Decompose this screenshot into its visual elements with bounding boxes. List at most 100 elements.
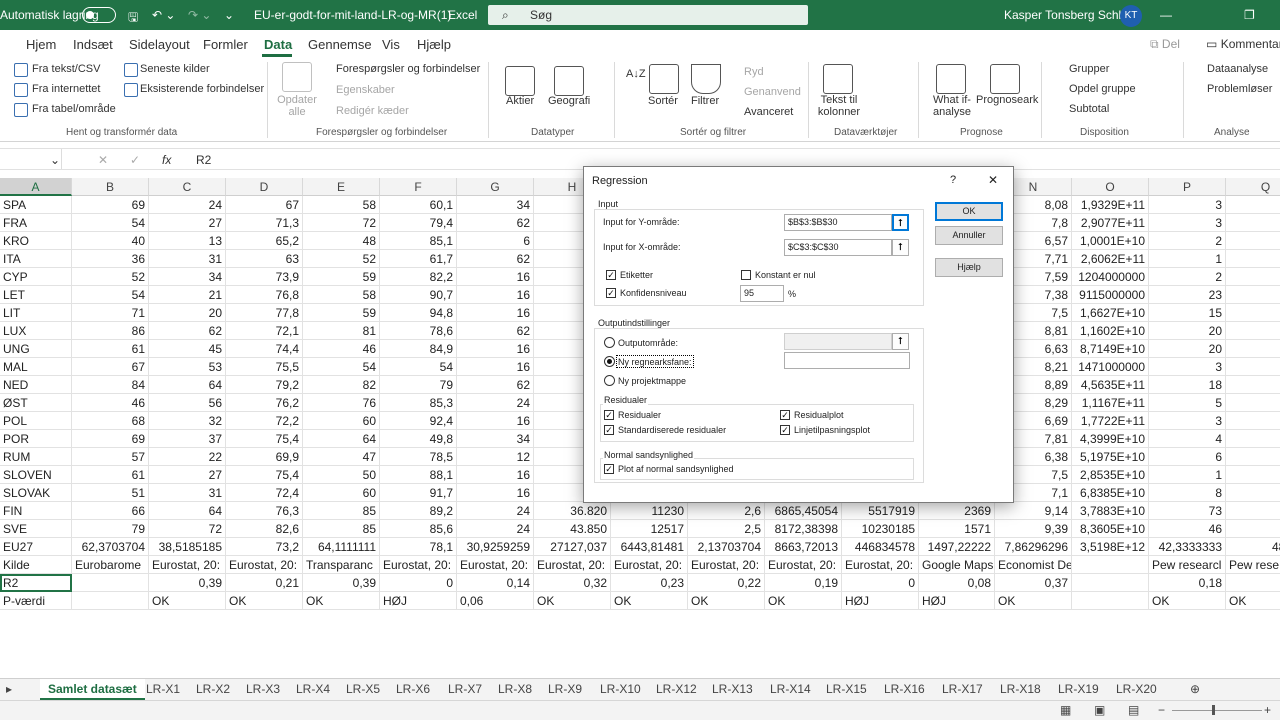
data-cell[interactable]: 88,1 — [380, 466, 457, 484]
data-cell[interactable]: 81 — [303, 322, 380, 340]
data-cell[interactable]: 72,1 — [226, 322, 303, 340]
data-cell[interactable]: 16 — [457, 286, 534, 304]
whatif-button[interactable]: What if-analyse — [930, 94, 974, 118]
tab-sheet-8[interactable]: LR-X8 — [498, 679, 532, 700]
std-residuals-checkbox[interactable]: ✓ — [604, 425, 614, 435]
data-cell[interactable]: 16 — [457, 412, 534, 430]
data-cell[interactable]: 54 — [303, 358, 380, 376]
data-cell[interactable]: 1 — [1149, 250, 1226, 268]
group-button[interactable]: Grupper — [1069, 63, 1109, 75]
new-sheet-input[interactable] — [784, 352, 910, 369]
data-cell[interactable]: OK — [688, 592, 765, 610]
data-cell[interactable]: 15 — [1149, 304, 1226, 322]
tab-sheet-5[interactable]: LR-X5 — [346, 679, 380, 700]
data-cell[interactable]: 62 — [149, 322, 226, 340]
data-cell[interactable]: 54 — [72, 286, 149, 304]
constant-zero-checkbox[interactable] — [741, 270, 751, 280]
data-cell[interactable]: 46 — [1149, 520, 1226, 538]
data-cell[interactable]: 79 — [380, 376, 457, 394]
data-cell[interactable]: 20 — [149, 304, 226, 322]
data-cell[interactable]: 1 — [1149, 466, 1226, 484]
data-cell[interactable]: 54 — [380, 358, 457, 376]
new-workbook-radio[interactable] — [604, 375, 615, 386]
data-cell[interactable]: 10230185 — [842, 520, 919, 538]
row-label-cell[interactable]: FRA — [0, 214, 72, 232]
tab-sheet-18[interactable]: LR-X19 — [1058, 679, 1099, 700]
data-cell[interactable]: 79,2 — [226, 376, 303, 394]
data-cell[interactable]: 0 — [380, 574, 457, 592]
data-cell[interactable]: 62 — [457, 376, 534, 394]
data-cell[interactable]: 8 — [1149, 484, 1226, 502]
data-cell[interactable]: 18 — [1149, 376, 1226, 394]
data-cell[interactable]: 37 — [149, 430, 226, 448]
data-cell[interactable]: 94,8 — [380, 304, 457, 322]
data-cell[interactable]: 64,1111111 — [303, 538, 380, 556]
data-cell[interactable]: 56 — [149, 394, 226, 412]
data-cell[interactable]: 0,14 — [457, 574, 534, 592]
data-cell[interactable]: 63 — [226, 250, 303, 268]
data-cell[interactable]: 9,39 — [995, 520, 1072, 538]
data-cell[interactable]: 79,4 — [380, 214, 457, 232]
data-cell[interactable]: 54 — [72, 214, 149, 232]
data-cell[interactable]: 0 — [842, 574, 919, 592]
data-cell[interactable]: 71,3 — [226, 214, 303, 232]
data-cell[interactable]: OK — [149, 592, 226, 610]
row-label-cell[interactable]: SLOVAK — [0, 484, 72, 502]
data-cell[interactable]: 90,7 — [380, 286, 457, 304]
line-fit-plot-checkbox[interactable]: ✓ — [780, 425, 790, 435]
data-cell[interactable]: 84 — [72, 376, 149, 394]
solver-button[interactable]: Problemløser — [1207, 83, 1272, 95]
data-cell[interactable]: 69 — [72, 196, 149, 214]
data-cell[interactable]: 64 — [149, 502, 226, 520]
data-cell[interactable]: 23 — [1149, 286, 1226, 304]
data-cell[interactable]: 58 — [303, 196, 380, 214]
data-cell[interactable]: 58 — [303, 286, 380, 304]
row-label-cell[interactable]: P-værdi — [0, 592, 72, 610]
data-cell[interactable]: 76,2 — [226, 394, 303, 412]
data-cell[interactable]: 72,2 — [226, 412, 303, 430]
data-cell[interactable]: 4,5635E+11 — [1072, 376, 1149, 394]
data-analysis-button[interactable]: Dataanalyse — [1207, 63, 1268, 75]
column-header-f[interactable]: F — [380, 178, 457, 196]
sheet-scroll-icon[interactable]: ▸ — [6, 679, 12, 700]
data-cell[interactable]: 7,86296296 — [995, 538, 1072, 556]
column-header-c[interactable]: C — [149, 178, 226, 196]
data-cell[interactable]: 21 — [149, 286, 226, 304]
data-cell[interactable]: 31 — [149, 250, 226, 268]
data-cell[interactable]: Eurostat, 20: — [149, 556, 226, 574]
labels-checkbox[interactable]: ✓ — [606, 270, 616, 280]
tab-sheet-16[interactable]: LR-X17 — [942, 679, 983, 700]
tab-sheet-7[interactable]: LR-X7 — [448, 679, 482, 700]
data-cell[interactable]: Eurostat, 20: — [380, 556, 457, 574]
data-cell[interactable]: 2,5 — [688, 520, 765, 538]
from-text-csv[interactable]: Fra tekst/CSV — [32, 63, 100, 75]
data-cell[interactable]: 62,3703704 — [72, 538, 149, 556]
tab-sheet-12[interactable]: LR-X13 — [712, 679, 753, 700]
data-cell[interactable]: HØJ — [919, 592, 995, 610]
data-cell[interactable]: 76,3 — [226, 502, 303, 520]
data-cell[interactable]: 36 — [72, 250, 149, 268]
data-cell[interactable]: 9115000000 — [1072, 286, 1149, 304]
data-cell[interactable]: 92,4 — [380, 412, 457, 430]
row-label-cell[interactable]: SVE — [0, 520, 72, 538]
row-label-cell[interactable]: CYP — [0, 268, 72, 286]
data-cell[interactable]: 13 — [149, 232, 226, 250]
data-cell[interactable]: Eurostat, 20: — [534, 556, 611, 574]
row-label-cell[interactable]: LUX — [0, 322, 72, 340]
data-cell[interactable]: 85,1 — [380, 232, 457, 250]
data-cell[interactable]: 67 — [72, 358, 149, 376]
data-cell[interactable]: 85,6 — [380, 520, 457, 538]
data-cell[interactable]: 86 — [72, 322, 149, 340]
add-sheet-icon[interactable]: ⊕ — [1190, 679, 1200, 700]
data-cell[interactable]: 60,1 — [380, 196, 457, 214]
row-label-cell[interactable]: POL — [0, 412, 72, 430]
confidence-checkbox[interactable]: ✓ — [606, 288, 616, 298]
data-cell[interactable]: 8663,72013 — [765, 538, 842, 556]
data-cell[interactable]: 16 — [457, 358, 534, 376]
data-cell[interactable]: 446834578 — [842, 538, 919, 556]
autosave-toggle[interactable] — [82, 7, 116, 23]
data-cell[interactable]: 42,3333333 — [1149, 538, 1226, 556]
data-cell[interactable]: 85 — [303, 520, 380, 538]
text-to-columns-button[interactable]: Tekst til kolonner — [817, 94, 861, 118]
data-cell[interactable]: OK — [995, 592, 1072, 610]
